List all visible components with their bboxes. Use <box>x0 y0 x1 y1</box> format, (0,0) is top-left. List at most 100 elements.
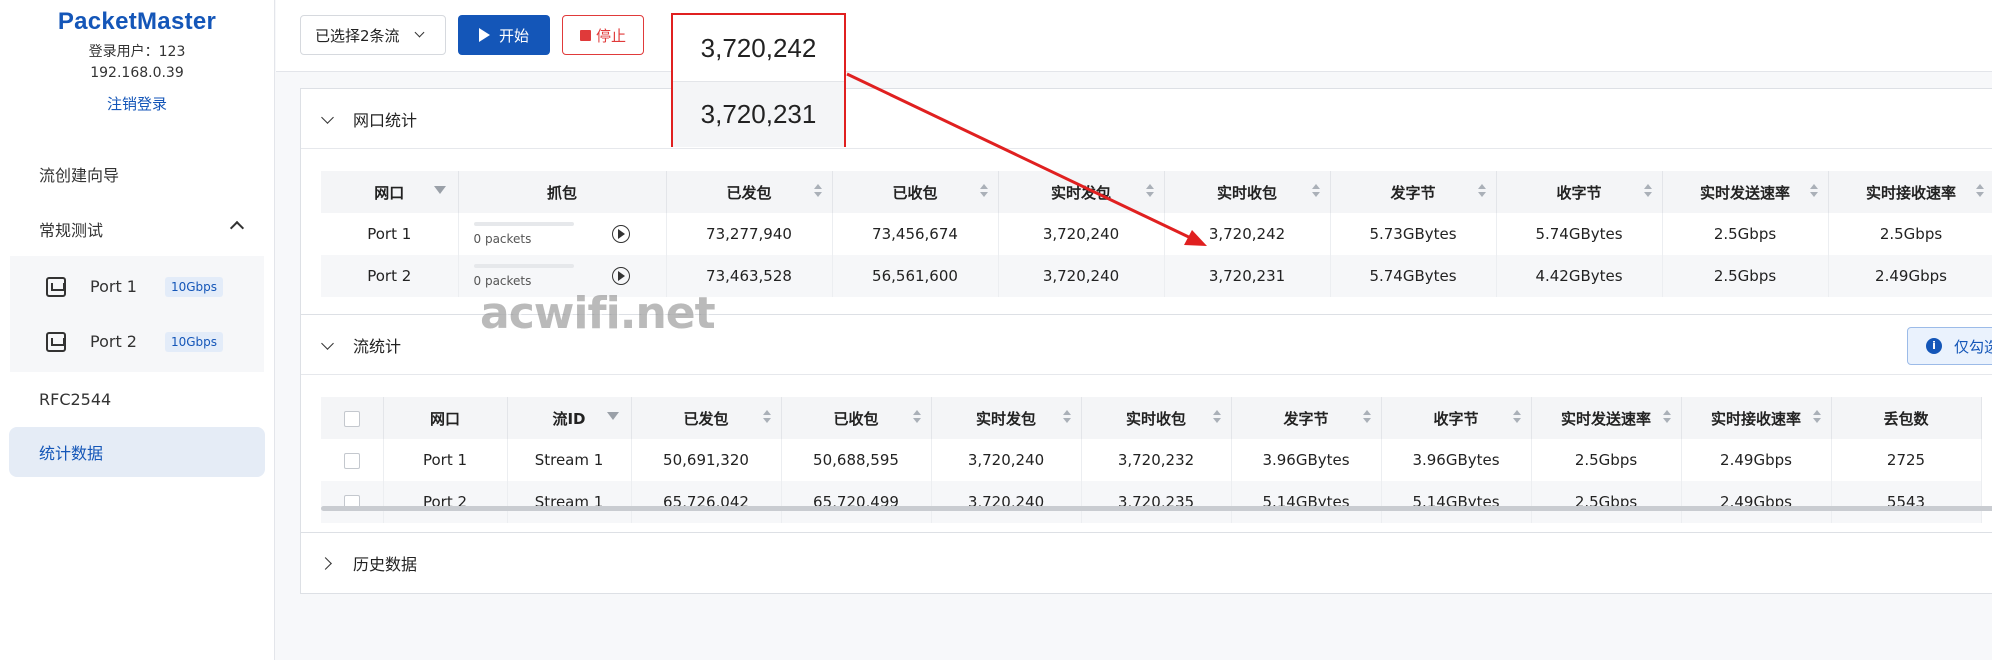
start-button[interactable]: 开始 <box>458 15 550 55</box>
column-header[interactable]: 已发包 <box>666 171 833 213</box>
logout-link[interactable]: 注销登录 <box>107 93 167 114</box>
sidebar-subgroup: Port 1 10Gbps Port 2 10Gbps <box>10 256 264 372</box>
column-header[interactable]: 已收包 <box>781 397 932 439</box>
cell-tx-rate: 2.5Gbps <box>1531 439 1682 481</box>
cell-rt-sent: 3,720,240 <box>998 255 1165 297</box>
filter-icon[interactable] <box>433 186 446 194</box>
sidebar-item-statistics[interactable]: 统计数据 <box>9 427 265 477</box>
sort-icon[interactable] <box>1062 410 1071 426</box>
play-circle-icon[interactable] <box>611 267 630 285</box>
table-row: Port 1 0 packets 73,277,940 73,456,674 3… <box>321 213 1992 255</box>
column-header[interactable]: 已发包 <box>631 397 782 439</box>
sort-icon[interactable] <box>912 410 921 426</box>
cell-rt-sent: 3,720,240 <box>931 481 1082 523</box>
horizontal-scrollbar[interactable] <box>321 506 1992 511</box>
flow-select-value: 已选择2条流 <box>315 26 400 45</box>
checked-only-button[interactable]: i 仅勾选 <box>1907 327 1992 365</box>
column-header[interactable]: 收字节 <box>1496 171 1663 213</box>
sidebar: PacketMaster 登录用户：123 192.168.0.39 注销登录 … <box>0 0 275 660</box>
column-header[interactable]: 发字节 <box>1330 171 1497 213</box>
cell-port: Port 2 <box>321 255 459 297</box>
sort-icon[interactable] <box>1643 184 1652 200</box>
cell-rx-rate: 2.49Gbps <box>1681 439 1832 481</box>
column-header[interactable]: 实时收包 <box>1081 397 1232 439</box>
sidebar-nav: 流创建向导 常规测试 Port 1 10Gbps Port 2 10Gbps R… <box>0 146 274 477</box>
sort-icon[interactable] <box>1212 410 1221 426</box>
logged-in-user: 登录用户：123 <box>88 44 186 60</box>
sort-icon[interactable] <box>979 184 988 200</box>
cell-tx-rate: 2.5Gbps <box>1662 213 1829 255</box>
sort-icon[interactable] <box>1812 410 1821 426</box>
column-header[interactable]: 收字节 <box>1381 397 1532 439</box>
sort-icon[interactable] <box>1362 410 1371 426</box>
sidebar-item-label: 流创建向导 <box>39 165 120 185</box>
sort-icon[interactable] <box>1512 410 1521 426</box>
cell-rx-rate: 2.49Gbps <box>1828 255 1992 297</box>
annotation-callout: 3,720,242 3,720,231 <box>671 13 846 147</box>
column-header[interactable]: 实时收包 <box>1164 171 1331 213</box>
start-label: 开始 <box>498 26 529 45</box>
select-all-checkbox[interactable] <box>343 410 360 427</box>
sidebar-item-port-2[interactable]: Port 2 10Gbps <box>10 314 264 369</box>
cell-flow-id: Stream 1 <box>507 481 632 523</box>
cell-rt-sent: 3,720,240 <box>931 439 1082 481</box>
sidebar-item-regular-test[interactable]: 常规测试 <box>0 201 274 256</box>
stop-button[interactable]: 停止 <box>562 15 644 55</box>
cell-port: Port 1 <box>383 439 508 481</box>
cell-capture: 0 packets <box>458 213 667 255</box>
cell-rx-rate: 2.49Gbps <box>1681 481 1832 523</box>
play-icon <box>478 28 490 42</box>
flow-select-dropdown[interactable]: 已选择2条流 <box>300 15 446 55</box>
sort-icon[interactable] <box>1662 410 1671 426</box>
cell-rt-sent: 3,720,240 <box>998 213 1165 255</box>
history-header[interactable]: 历史数据 <box>301 533 1992 593</box>
column-header[interactable]: 实时发包 <box>931 397 1082 439</box>
history-panel: 历史数据 <box>300 532 1992 594</box>
cell-rt-recv: 3,720,231 <box>1164 255 1331 297</box>
play-circle-icon[interactable] <box>611 225 630 243</box>
cell-tx-bytes: 5.73GBytes <box>1330 213 1497 255</box>
cell-rx-bytes: 5.14GBytes <box>1381 481 1532 523</box>
column-header[interactable]: 发字节 <box>1231 397 1382 439</box>
panel-title: 历史数据 <box>353 555 418 574</box>
cell-rt-recv: 3,720,232 <box>1081 439 1232 481</box>
stop-label: 停止 <box>595 26 626 45</box>
sort-icon[interactable] <box>1145 184 1154 200</box>
brand-block: PacketMaster 登录用户：123 192.168.0.39 注销登录 <box>0 0 274 114</box>
progress-bar <box>473 222 574 226</box>
column-header[interactable]: 实时接收速率 <box>1681 397 1832 439</box>
filter-icon[interactable] <box>606 412 619 420</box>
column-header[interactable]: 流ID <box>507 397 632 439</box>
checked-only-label: 仅勾选 <box>1954 337 1992 356</box>
column-header[interactable]: 已收包 <box>832 171 999 213</box>
watermark: acwifi.net <box>480 288 716 339</box>
chevron-right-icon <box>319 557 332 570</box>
row-checkbox[interactable] <box>343 452 360 469</box>
sort-icon[interactable] <box>813 184 822 200</box>
sort-icon[interactable] <box>1809 184 1818 200</box>
sidebar-item-label: 统计数据 <box>39 444 104 463</box>
column-header[interactable]: 实时发送速率 <box>1662 171 1829 213</box>
sort-icon[interactable] <box>1975 184 1984 200</box>
device-ip: 192.168.0.39 <box>90 65 184 81</box>
chevron-down-icon <box>414 27 425 38</box>
cell-sent: 73,277,940 <box>666 213 833 255</box>
column-header[interactable]: 实时发包 <box>998 171 1165 213</box>
sort-icon[interactable] <box>1477 184 1486 200</box>
cell-recv: 73,456,674 <box>832 213 999 255</box>
callout-value-1: 3,720,242 <box>700 32 817 63</box>
capture-cell: 0 packets <box>459 222 666 246</box>
sidebar-item-rfc2544[interactable]: RFC2544 <box>0 372 274 427</box>
sort-icon[interactable] <box>1311 184 1320 200</box>
column-header[interactable]: 实时发送速率 <box>1531 397 1682 439</box>
port-stats-header[interactable]: 网口统计 <box>301 89 1992 149</box>
info-icon: i <box>1926 338 1942 354</box>
sidebar-item-wizard[interactable]: 流创建向导 <box>0 146 274 201</box>
sidebar-item-port-1[interactable]: Port 1 10Gbps <box>10 259 264 314</box>
column-header[interactable]: 实时接收速率 <box>1828 171 1992 213</box>
cell-recv: 56,561,600 <box>832 255 999 297</box>
sort-icon[interactable] <box>762 410 771 426</box>
cell-rx-rate: 2.5Gbps <box>1828 213 1992 255</box>
chevron-down-icon <box>321 111 334 124</box>
column-header[interactable]: 网口 <box>321 171 459 213</box>
